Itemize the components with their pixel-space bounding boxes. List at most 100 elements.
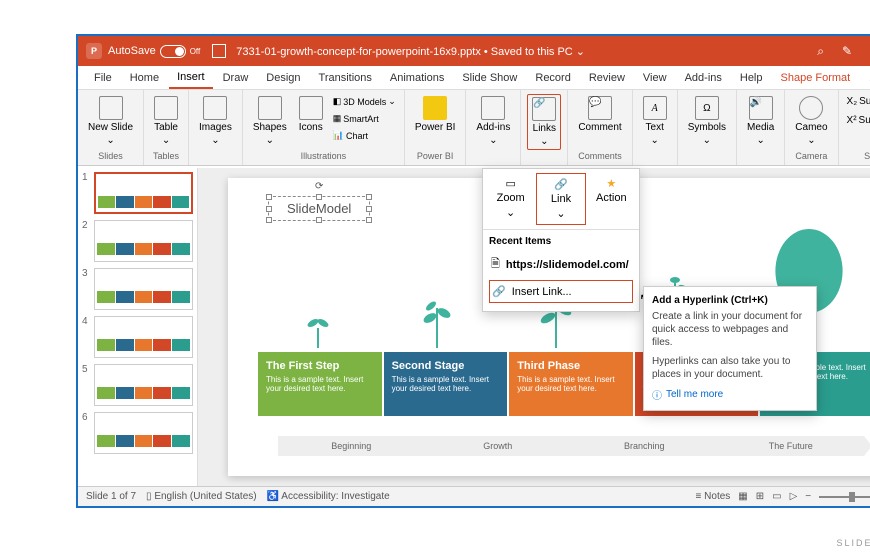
resize-handle[interactable] bbox=[266, 217, 272, 223]
sorter-view-icon[interactable]: ⊞ bbox=[756, 491, 764, 502]
text-button[interactable]: AText⌄ bbox=[639, 94, 671, 148]
recent-item[interactable]: 🗎 https://slidemodel.com/ bbox=[489, 251, 633, 278]
tab-review[interactable]: Review bbox=[581, 68, 633, 88]
cameo-icon bbox=[799, 96, 823, 120]
group-label bbox=[743, 151, 778, 161]
images-button[interactable]: Images⌄ bbox=[195, 94, 236, 148]
shapes-label: Shapes bbox=[253, 122, 287, 133]
chart-button[interactable]: 📊 Chart bbox=[331, 128, 398, 143]
thumbnail[interactable]: 3 bbox=[82, 268, 193, 310]
rotate-handle-icon[interactable]: ⟳ bbox=[315, 181, 323, 192]
tab-record[interactable]: Record bbox=[527, 68, 578, 88]
tab-slideshow[interactable]: Slide Show bbox=[454, 68, 525, 88]
new-slide-label: New Slide bbox=[88, 122, 133, 133]
reading-view-icon[interactable]: ▭ bbox=[772, 491, 781, 502]
tab-home[interactable]: Home bbox=[122, 68, 167, 88]
media-icon: 🔊 bbox=[749, 96, 773, 120]
thumbnail[interactable]: 5 bbox=[82, 364, 193, 406]
search-icon[interactable]: ⌕ bbox=[817, 44, 824, 59]
media-button[interactable]: 🔊Media⌄ bbox=[743, 94, 778, 148]
thumbnail[interactable]: 1 bbox=[82, 172, 193, 214]
recent-items-title: Recent Items bbox=[489, 236, 633, 247]
resize-handle[interactable] bbox=[366, 217, 372, 223]
zoom-button[interactable]: ▭Zoom⌄ bbox=[487, 173, 534, 225]
pen-icon[interactable]: ✎ bbox=[842, 44, 852, 59]
table-button[interactable]: Table⌄ bbox=[150, 94, 182, 148]
accessibility-button[interactable]: ♿ Accessibility: Investigate bbox=[267, 491, 390, 502]
tab-view[interactable]: View bbox=[635, 68, 675, 88]
tab-insert[interactable]: Insert bbox=[169, 67, 213, 89]
powerbi-button[interactable]: Power BI bbox=[411, 94, 460, 135]
tab-animations[interactable]: Animations bbox=[382, 68, 452, 88]
thumbnail[interactable]: 2 bbox=[82, 220, 193, 262]
smartart-label: SmartArt bbox=[343, 114, 379, 124]
selected-textbox[interactable]: ⟳ SlideModel bbox=[268, 196, 370, 221]
zoom-out-icon[interactable]: − bbox=[805, 491, 811, 502]
textbox-content: SlideModel bbox=[287, 201, 351, 216]
link-icon: 🔗 bbox=[532, 97, 556, 121]
addins-button[interactable]: Add-ins⌄ bbox=[472, 94, 514, 148]
smartart-icon: ▦ bbox=[333, 113, 342, 124]
comment-button[interactable]: 💬 Comment bbox=[574, 94, 625, 135]
links-label: Links bbox=[533, 123, 556, 134]
language-indicator[interactable]: ▯ English (United States) bbox=[146, 491, 257, 502]
symbols-button[interactable]: ΩSymbols⌄ bbox=[684, 94, 730, 148]
images-label: Images bbox=[199, 122, 232, 133]
group-tables: Table⌄ Tables bbox=[144, 90, 189, 165]
tab-shape-format[interactable]: Shape Format bbox=[773, 68, 859, 88]
new-slide-button[interactable]: New Slide⌄ bbox=[84, 94, 137, 148]
links-button[interactable]: 🔗Links⌄ bbox=[527, 94, 561, 150]
tab-design[interactable]: Design bbox=[258, 68, 308, 88]
zoom-slider[interactable] bbox=[819, 496, 870, 498]
icons-button[interactable]: Icons bbox=[295, 94, 327, 135]
insert-link-item[interactable]: 🔗 Insert Link... bbox=[489, 280, 633, 303]
resize-handle[interactable] bbox=[266, 194, 272, 200]
slideshow-view-icon[interactable]: ▷ bbox=[790, 491, 798, 502]
watermark: SLIDEMODEL.COM bbox=[76, 538, 870, 548]
thumbnail-panel[interactable]: 1 2 3 4 5 6 bbox=[78, 168, 198, 486]
autosave-label: AutoSave bbox=[108, 45, 156, 57]
info-icon: ⓘ bbox=[652, 387, 662, 402]
group-label: Scripts bbox=[845, 151, 870, 161]
link-label: Link bbox=[551, 193, 571, 205]
addins-icon bbox=[481, 96, 505, 120]
thumbnail[interactable]: 6 bbox=[82, 412, 193, 454]
action-button[interactable]: ★Action bbox=[588, 173, 635, 225]
switch-icon[interactable] bbox=[160, 45, 186, 58]
resize-handle[interactable] bbox=[316, 194, 322, 200]
app-icon: P bbox=[86, 43, 102, 59]
tell-me-more-link[interactable]: ⓘ Tell me more bbox=[652, 387, 808, 402]
smartart-button[interactable]: ▦ SmartArt bbox=[331, 111, 398, 126]
comment-icon: 💬 bbox=[588, 96, 612, 120]
powerpoint-window: P AutoSave Off 7331-01-growth-concept-fo… bbox=[76, 34, 870, 508]
normal-view-icon[interactable]: ▦ bbox=[738, 491, 747, 502]
save-icon[interactable] bbox=[212, 44, 226, 58]
resize-handle[interactable] bbox=[366, 206, 372, 212]
resize-handle[interactable] bbox=[266, 206, 272, 212]
autosave-state: Off bbox=[190, 47, 201, 56]
thumbnail[interactable]: 4 bbox=[82, 316, 193, 358]
comment-label: Comment bbox=[578, 122, 621, 133]
shapes-button[interactable]: Shapes⌄ bbox=[249, 94, 291, 148]
tab-addins[interactable]: Add-ins bbox=[677, 68, 730, 88]
ribbon-tabs: File Home Insert Draw Design Transitions… bbox=[78, 66, 870, 90]
tab-draw[interactable]: Draw bbox=[215, 68, 257, 88]
tooltip-text: Hyperlinks can also take you to places i… bbox=[652, 355, 808, 381]
notes-button[interactable]: ≡ Notes bbox=[696, 491, 731, 502]
tab-file[interactable]: File bbox=[86, 68, 120, 88]
group-powerbi: Power BI Power BI bbox=[405, 90, 467, 165]
3dmodels-button[interactable]: ◧ 3D Models ⌄ bbox=[331, 94, 398, 109]
hyperlink-tooltip: Add a Hyperlink (Ctrl+K) Create a link i… bbox=[643, 286, 817, 411]
resize-handle[interactable] bbox=[366, 194, 372, 200]
resize-handle[interactable] bbox=[316, 217, 322, 223]
superscript-button[interactable]: X² Superscript bbox=[845, 113, 870, 128]
slide-counter[interactable]: Slide 1 of 7 bbox=[86, 491, 136, 502]
group-addins: Add-ins⌄ bbox=[466, 90, 521, 165]
autosave-toggle[interactable]: AutoSave Off bbox=[108, 45, 200, 58]
recent-url: https://slidemodel.com/ bbox=[506, 259, 629, 271]
cameo-button[interactable]: Cameo⌄ bbox=[791, 94, 831, 148]
subscript-button[interactable]: X₂ Subscript bbox=[845, 94, 870, 109]
tab-help[interactable]: Help bbox=[732, 68, 771, 88]
tab-transitions[interactable]: Transitions bbox=[311, 68, 380, 88]
link-button[interactable]: 🔗Link⌄ bbox=[536, 173, 585, 225]
